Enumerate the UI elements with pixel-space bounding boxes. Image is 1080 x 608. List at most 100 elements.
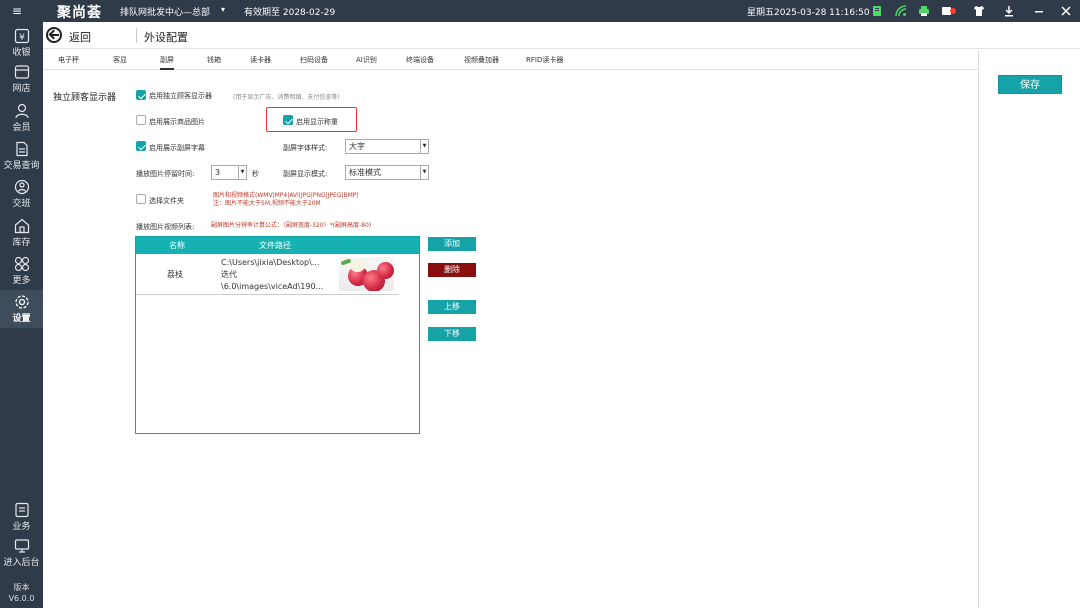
tab-cash-drawer[interactable]: 钱箱 (207, 55, 221, 65)
sidebar-item-label: 更多 (12, 276, 31, 286)
sidebar-item-inventory[interactable]: 库存 (0, 218, 43, 252)
chevron-down-icon: ▼ (238, 166, 246, 179)
tab-terminal[interactable]: 终端设备 (406, 55, 434, 65)
format-note: 图片和视频格式(WMV|MP4|AVI|JPG|PNG|JPEG|BMP) (213, 192, 359, 199)
chevron-down-icon[interactable]: ▾ (221, 5, 225, 14)
size-note: 注：图片不能大于5M,视频不能大于20M (213, 200, 321, 207)
tab-card-reader[interactable]: 读卡器 (250, 55, 271, 65)
tab-customer-display[interactable]: 客显 (113, 55, 127, 65)
sidebar-item-label: 进入后台 (3, 558, 40, 568)
display-mode-label: 副屏显示模式: (283, 170, 328, 178)
minimize-icon[interactable] (1033, 5, 1045, 17)
back-arrow-icon (46, 27, 62, 43)
dwell-time-select[interactable]: 3 ▼ (211, 165, 247, 180)
row-path-line: 迭代 (221, 270, 237, 279)
add-button[interactable]: 添加 (428, 237, 476, 251)
card-reader-icon[interactable] (941, 5, 956, 17)
sidebar-item-label: 库存 (12, 238, 31, 248)
expire-date: 有效期至 2028-02-29 (244, 8, 336, 18)
sidebar-item-transaction[interactable]: 交易查询 (0, 141, 43, 175)
tab-video-overlay[interactable]: 视频叠加器 (464, 55, 499, 65)
sidebar-item-label: 收银 (12, 48, 31, 58)
sidebar-item-label: 设置 (12, 314, 31, 324)
save-button[interactable]: 保存 (998, 75, 1062, 94)
font-style-select[interactable]: 大字 ▼ (345, 139, 429, 154)
sidebar-item-label: 业务 (12, 522, 31, 532)
resolution-note: 副屏图片分辨率计算公式：（副屏宽度-320）*(副屏高度-80) (211, 222, 372, 229)
page-header: 返回 外设配置 (43, 22, 1080, 49)
row-path-line: C:\Users\jixia\Desktop\... (221, 258, 320, 267)
table-row[interactable]: 荔枝 C:\Users\jixia\Desktop\... 迭代 \6.0\im… (136, 254, 399, 295)
enable-display-checkbox[interactable] (136, 90, 146, 100)
more-icon (14, 256, 29, 272)
sidebar-item-member[interactable]: 会员 (0, 103, 43, 137)
sidebar-item-label: 网店 (12, 84, 31, 94)
shift-icon (14, 179, 29, 195)
chevron-down-icon: ▼ (420, 166, 428, 179)
move-up-button[interactable]: 上移 (428, 300, 476, 314)
display-mode-value: 标准模式 (349, 168, 381, 177)
section-title: 独立顾客显示器 (53, 93, 117, 103)
header-divider (136, 28, 137, 43)
show-weight-label: 启用显示称重 (296, 118, 338, 126)
tab-rfid-reader[interactable]: RFID读卡器 (526, 55, 563, 65)
tab-secondary-screen[interactable]: 副屏 (160, 55, 174, 70)
delete-button[interactable]: 删除 (428, 263, 476, 277)
sidebar-item-settings[interactable]: 设置 (0, 290, 43, 328)
enable-display-label: 启用独立顾客显示器 (149, 92, 212, 100)
show-subtitle-checkbox[interactable] (136, 141, 146, 151)
sidebar: ¥ 收银 网店 会员 交易查询 交班 库存 更多 设置 业务 进入后台 版本 V… (0, 22, 43, 608)
printer-status-icon[interactable] (871, 5, 883, 17)
sidebar-item-shift[interactable]: 交班 (0, 179, 43, 213)
business-icon (14, 502, 29, 518)
sidebar-item-backend[interactable]: 进入后台 (0, 538, 43, 572)
store-name[interactable]: 排队网批发中心—总部 (120, 5, 210, 18)
tab-ai-recognition[interactable]: AI识别 (356, 55, 377, 65)
show-product-image-checkbox[interactable] (136, 115, 146, 125)
version-number: V6.0.0 (8, 594, 35, 603)
printer-icon[interactable] (918, 5, 930, 17)
sidebar-item-more[interactable]: 更多 (0, 256, 43, 290)
show-weight-checkbox[interactable] (283, 115, 293, 125)
wifi-icon[interactable] (895, 5, 907, 17)
cashier-icon: ¥ (14, 28, 29, 44)
font-style-label: 副屏字体样式: (283, 144, 328, 152)
row-path: C:\Users\jixia\Desktop\... 迭代 \6.0\image… (221, 257, 336, 293)
chevron-down-icon: ▼ (420, 140, 428, 153)
list-label: 播放图片视频列表: (136, 223, 195, 231)
row-name: 荔枝 (167, 270, 183, 279)
sidebar-item-store[interactable]: 网店 (0, 64, 43, 98)
select-folder-checkbox[interactable] (136, 194, 146, 204)
brand-logo: 聚尚荟 (57, 5, 102, 21)
top-bar: ≡ 聚尚荟 排队网批发中心—总部 ▾ 有效期至 2028-02-29 星期五20… (0, 0, 1080, 22)
show-product-image-label: 启用展示商品图片 (149, 118, 205, 126)
inventory-icon (14, 218, 29, 234)
transaction-icon (15, 141, 28, 157)
back-button[interactable]: 返回 (46, 27, 91, 44)
tab-scanner[interactable]: 扫码设备 (300, 55, 328, 65)
move-down-button[interactable]: 下移 (428, 327, 476, 341)
enable-display-hint: (用于显示广告、消费明细、支付信息等) (233, 94, 340, 101)
sidebar-item-business[interactable]: 业务 (0, 502, 43, 536)
tab-scale[interactable]: 电子秤 (58, 55, 79, 65)
sidebar-item-label: 会员 (12, 123, 31, 133)
media-list-table: 名称 文件路径 荔枝 C:\Users\jixia\Desktop\... 迭代… (135, 236, 420, 434)
shirt-icon[interactable] (973, 5, 985, 17)
close-icon[interactable] (1060, 5, 1072, 17)
clock: 星期五2025-03-28 11:16:50 (747, 8, 870, 18)
table-header: 名称 文件路径 (136, 237, 419, 254)
version-info: 版本 V6.0.0 (0, 582, 43, 604)
dwell-time-value: 3 (215, 168, 221, 177)
content-panel: 电子秤 客显 副屏 钱箱 读卡器 扫码设备 AI识别 终端设备 视频叠加器 RF… (43, 50, 979, 608)
row-path-line: \6.0\images\viceAd\190... (221, 282, 324, 291)
column-name-header: 名称 (169, 241, 185, 250)
dwell-time-label: 播放图片停留时间: (136, 170, 195, 178)
sidebar-item-cashier[interactable]: ¥ 收银 (0, 28, 43, 62)
menu-icon[interactable]: ≡ (12, 4, 22, 18)
back-label: 返回 (69, 31, 91, 44)
page-title: 外设配置 (144, 31, 188, 44)
column-path-header: 文件路径 (259, 241, 291, 250)
download-icon[interactable] (1003, 5, 1015, 17)
select-folder-label: 选择文件夹 (149, 197, 184, 205)
display-mode-select[interactable]: 标准模式 ▼ (345, 165, 429, 180)
